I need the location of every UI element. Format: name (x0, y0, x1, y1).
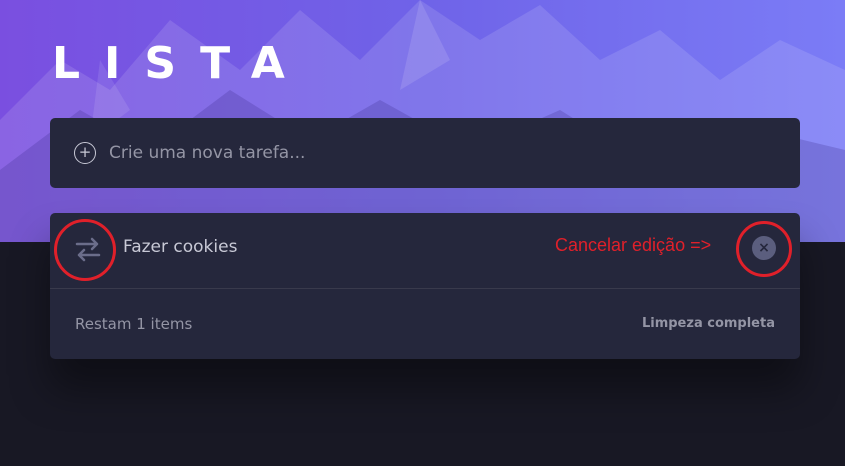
list-footer: Restam 1 items Limpeza completa (50, 289, 800, 358)
items-left-count: Restam 1 items (75, 314, 193, 333)
clear-completed-button[interactable]: Limpeza completa (642, 316, 775, 331)
edit-task-input[interactable] (123, 237, 423, 257)
annotation-text: Cancelar edição => (555, 235, 712, 255)
new-task-bar: + (50, 118, 800, 188)
todo-list: Cancelar edição => × Restam 1 items Limp… (50, 213, 800, 359)
plus-circle-icon[interactable]: + (74, 142, 96, 164)
list-item-editing: Cancelar edição => × (50, 213, 800, 289)
page-title: LISTA (52, 38, 309, 89)
new-task-input[interactable] (109, 143, 709, 163)
annotation-circle (736, 221, 792, 277)
annotation-circle (54, 219, 116, 281)
